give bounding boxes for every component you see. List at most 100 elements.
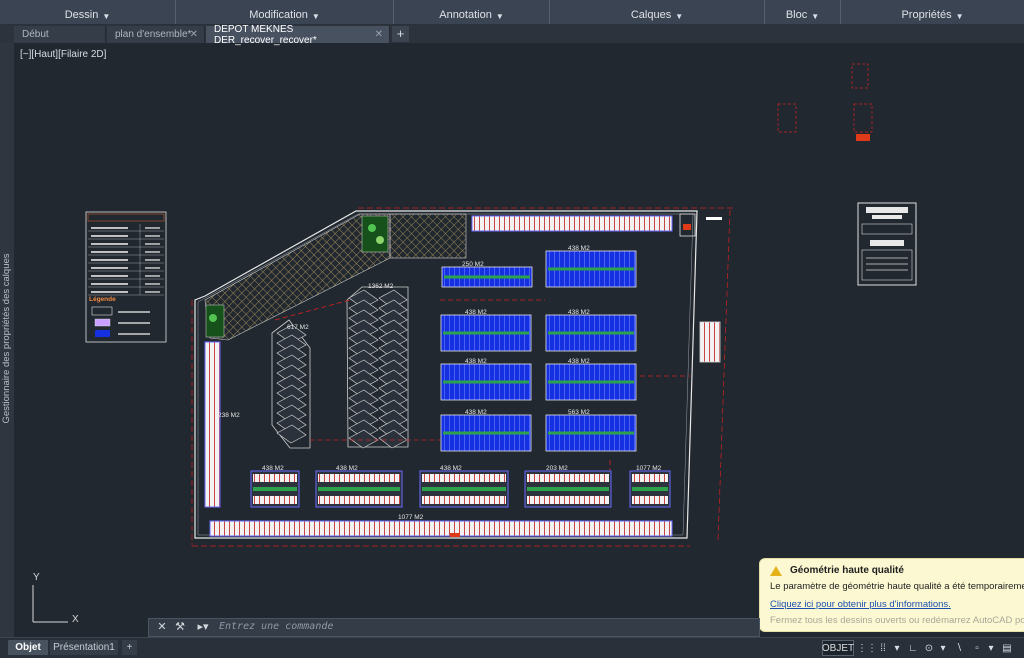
ortho-icon[interactable]: ∟ xyxy=(906,640,920,656)
area-label: 1077 M2 xyxy=(636,465,662,472)
parking-strip-top xyxy=(471,215,673,232)
parking-strip-left xyxy=(204,341,221,508)
chevron-down-icon[interactable]: ▾ xyxy=(986,640,996,656)
command-input[interactable]: Entrez une commande xyxy=(219,621,333,632)
parking-strip-right xyxy=(699,321,721,363)
chevron-down-icon[interactable]: ▾ xyxy=(938,640,948,656)
snap-icon[interactable]: ⁞⁞ xyxy=(876,640,890,656)
unit-parking xyxy=(318,474,400,482)
ribbon-panel-calques[interactable]: Calques ▼ xyxy=(550,0,765,24)
unit-green xyxy=(527,487,609,491)
notification-link[interactable]: Cliquez ici pour obtenir plus d'informat… xyxy=(770,599,1024,610)
block-divider xyxy=(548,380,634,384)
hatched-zone xyxy=(389,213,467,259)
tab-label: Début xyxy=(22,29,49,40)
area-label: 438 M2 xyxy=(568,358,590,365)
ribbon-panel-modification[interactable]: Modification ▼ xyxy=(176,0,394,24)
panel-label: Calques xyxy=(630,9,672,21)
area-label: 438 M2 xyxy=(262,465,284,472)
tab-plan-ensemble[interactable]: plan d'ensemble* ✕ xyxy=(107,26,205,43)
add-layout-button[interactable]: + xyxy=(122,640,137,655)
legend-table: Légende xyxy=(85,211,167,343)
parking-chevron xyxy=(378,429,408,449)
unit-green xyxy=(422,487,506,491)
chevron-down-icon: ▼ xyxy=(311,12,320,21)
ucs-icon: Y X xyxy=(32,572,79,625)
block-divider xyxy=(443,380,529,384)
notification-title: Géométrie haute qualité xyxy=(770,565,1024,576)
legend-heading: Légende xyxy=(89,296,116,303)
svg-text:X: X xyxy=(72,614,79,625)
file-tab-bar: Début plan d'ensemble* ✕ DEPOT MEKNES DER… xyxy=(0,24,1024,46)
notification-balloon[interactable]: Géométrie haute qualité Le paramètre de … xyxy=(759,558,1024,632)
status-bar: Objet Présentation1 + OBJET ⋮⋮ ⁞⁞ ▾ ∟ ⊙ … xyxy=(0,637,1024,658)
close-icon[interactable]: ✕ xyxy=(190,29,198,40)
svg-text:Y: Y xyxy=(33,572,40,583)
area-label: 563 M2 xyxy=(568,409,590,416)
area-label: 250 M2 xyxy=(462,261,484,268)
layout-tab-objet[interactable]: Objet xyxy=(8,640,48,655)
panel-label: Modification xyxy=(249,9,308,21)
side-panel-title: Gestionnaire des propriétés des calques xyxy=(1,253,12,424)
parking-chevrons xyxy=(276,289,408,449)
chevron-down-icon: ▼ xyxy=(102,12,111,21)
area-label: 238 M2 xyxy=(218,412,240,419)
unit-green xyxy=(253,487,297,491)
model-space-button[interactable]: OBJET xyxy=(822,640,854,656)
chevron-down-icon: ▼ xyxy=(955,12,964,21)
grid-icon[interactable]: ⋮⋮ xyxy=(857,640,877,656)
layout-tab-presentation1[interactable]: Présentation1 xyxy=(50,640,118,655)
unit-parking xyxy=(253,474,297,482)
unit-parking xyxy=(527,474,609,482)
tab-depot-meknes[interactable]: DEPOT MEKNES DER_recover_recover* ✕ xyxy=(206,24,390,46)
area-label: 1077 M2 xyxy=(398,514,424,521)
unit-parking xyxy=(632,496,668,504)
layer-properties-palette[interactable]: Gestionnaire des propriétés des calques xyxy=(0,43,14,637)
panel-label: Annotation xyxy=(439,9,492,21)
ribbon: Dessin ▼ Modification ▼ Annotation ▼ Calque… xyxy=(0,0,1024,25)
chevron-down-icon: ▼ xyxy=(675,12,684,21)
tab-debut[interactable]: Début xyxy=(14,26,106,43)
drawing[interactable]: 1362 M2 250 M2 438 M2 617 M2 438 M2 438 … xyxy=(14,43,1024,637)
notification-faded-text: Fermez tous les dessins ouverts ou redém… xyxy=(770,615,1024,626)
osnap-icon[interactable]: ▫ xyxy=(970,640,984,656)
block-divider xyxy=(443,431,529,435)
block-divider xyxy=(443,331,529,335)
drawing-canvas[interactable]: 1362 M2 250 M2 438 M2 617 M2 438 M2 438 … xyxy=(14,43,1024,637)
ribbon-panel-annotation[interactable]: Annotation ▼ xyxy=(394,0,550,24)
chevron-down-icon[interactable]: ▾ xyxy=(892,640,902,656)
ribbon-panel-bloc[interactable]: Bloc ▼ xyxy=(765,0,841,24)
close-icon[interactable]: ✕ xyxy=(375,29,383,40)
isodraft-icon[interactable]: ∖ xyxy=(952,640,966,656)
ribbon-panel-proprietes[interactable]: Propriétés ▼ xyxy=(841,0,1024,24)
block-divider xyxy=(548,267,634,271)
panel-label: Propriétés xyxy=(901,9,952,21)
warning-icon xyxy=(770,565,782,576)
area-label: 203 M2 xyxy=(546,465,568,472)
unit-parking xyxy=(422,474,506,482)
area-label: 438 M2 xyxy=(568,245,590,252)
area-label: 438 M2 xyxy=(465,409,487,416)
detail-elements xyxy=(777,63,873,133)
parking-strip-bottom xyxy=(209,520,673,537)
unit-parking xyxy=(318,496,400,504)
block-divider xyxy=(548,431,634,435)
unit-parking xyxy=(253,496,297,504)
block-divider xyxy=(548,331,634,335)
area-label: 438 M2 xyxy=(336,465,358,472)
polar-icon[interactable]: ⊙ xyxy=(922,640,936,656)
bottom-units xyxy=(250,470,671,508)
command-prompt-icon[interactable]: ▸▾ xyxy=(193,620,213,635)
close-icon[interactable]: ✕ xyxy=(155,620,169,635)
new-tab-button[interactable]: + xyxy=(392,26,409,42)
transparency-icon[interactable]: ▤ xyxy=(1000,640,1014,656)
wrench-icon[interactable]: ⚒ xyxy=(173,620,187,635)
area-label: 438 M2 xyxy=(465,358,487,365)
area-label: 438 M2 xyxy=(568,309,590,316)
unit-green xyxy=(318,487,400,491)
ribbon-panel-dessin[interactable]: Dessin ▼ xyxy=(0,0,176,24)
unit-parking xyxy=(632,474,668,482)
block-divider xyxy=(444,275,530,279)
storage-blocks xyxy=(440,250,637,452)
viewport-controls[interactable]: [−][Haut][Filaire 2D] xyxy=(20,49,106,60)
